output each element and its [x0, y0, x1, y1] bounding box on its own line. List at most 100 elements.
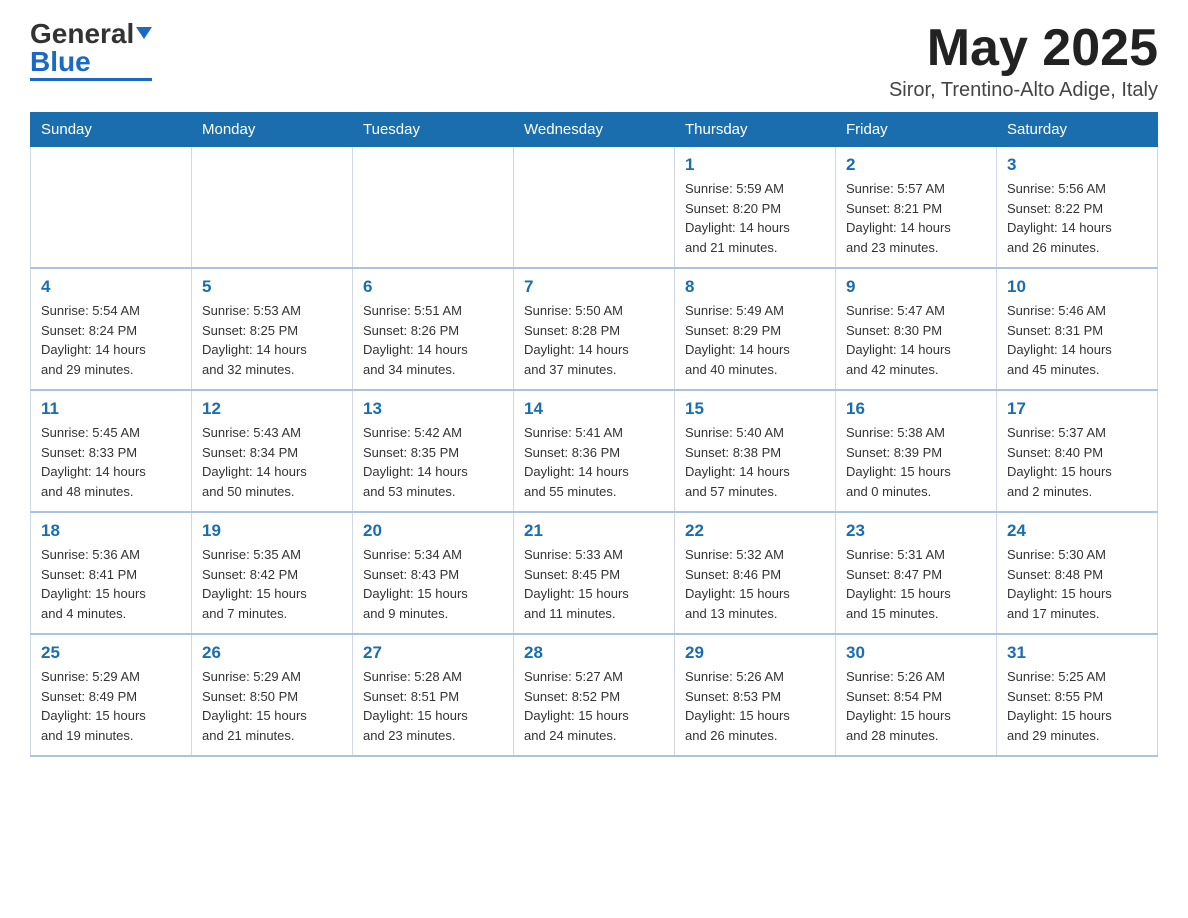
- calendar-week-row: 25Sunrise: 5:29 AM Sunset: 8:49 PM Dayli…: [31, 634, 1158, 756]
- day-info: Sunrise: 5:28 AM Sunset: 8:51 PM Dayligh…: [363, 667, 503, 745]
- calendar-cell: 17 Sunrise: 5:37 AM Sunset: 8:40 PM Dayli…: [997, 390, 1158, 512]
- day-info: Sunrise: 5:37 AM Sunset: 8:40 PM Dayligh…: [1007, 423, 1147, 501]
- day-number: 18: [41, 521, 181, 541]
- calendar-cell: 3Sunrise: 5:56 AM Sunset: 8:22 PM Daylig…: [997, 147, 1158, 269]
- day-number: 15: [685, 399, 825, 419]
- calendar-cell: [31, 147, 192, 269]
- calendar-cell: 6 Sunrise: 5:51 AM Sunset: 8:26 PM Daylig…: [353, 268, 514, 390]
- day-info: Sunrise: 5:57 AM Sunset: 8:21 PM Dayligh…: [846, 179, 986, 257]
- day-info: Sunrise: 5:40 AM Sunset: 8:38 PM Dayligh…: [685, 423, 825, 501]
- day-number: 7: [524, 277, 664, 297]
- day-number: 26: [202, 643, 342, 663]
- calendar-cell: 9Sunrise: 5:47 AM Sunset: 8:30 PM Daylig…: [836, 268, 997, 390]
- weekday-header-thursday: Thursday: [675, 113, 836, 147]
- day-info: Sunrise: 5:26 AM Sunset: 8:53 PM Dayligh…: [685, 667, 825, 745]
- calendar-cell: 23Sunrise: 5:31 AM Sunset: 8:47 PM Dayli…: [836, 512, 997, 634]
- weekday-header-monday: Monday: [192, 113, 353, 147]
- day-number: 2: [846, 155, 986, 175]
- calendar-week-row: 4 Sunrise: 5:54 AM Sunset: 8:24 PM Daylig…: [31, 268, 1158, 390]
- day-info: Sunrise: 5:56 AM Sunset: 8:22 PM Dayligh…: [1007, 179, 1147, 257]
- calendar-cell: 31Sunrise: 5:25 AM Sunset: 8:55 PM Dayli…: [997, 634, 1158, 756]
- day-number: 20: [363, 521, 503, 541]
- day-info: Sunrise: 5:51 AM Sunset: 8:26 PM Dayligh…: [363, 301, 503, 379]
- day-info: Sunrise: 5:26 AM Sunset: 8:54 PM Dayligh…: [846, 667, 986, 745]
- day-number: 10: [1007, 277, 1147, 297]
- calendar-cell: 20 Sunrise: 5:34 AM Sunset: 8:43 PM Dayli…: [353, 512, 514, 634]
- day-number: 27: [363, 643, 503, 663]
- day-info: Sunrise: 5:36 AM Sunset: 8:41 PM Dayligh…: [41, 545, 181, 623]
- day-number: 14: [524, 399, 664, 419]
- calendar-cell: 25Sunrise: 5:29 AM Sunset: 8:49 PM Dayli…: [31, 634, 192, 756]
- day-info: Sunrise: 5:38 AM Sunset: 8:39 PM Dayligh…: [846, 423, 986, 501]
- logo-text: General Blue: [30, 20, 152, 76]
- logo-triangle-icon: [136, 27, 152, 39]
- day-info: Sunrise: 5:43 AM Sunset: 8:34 PM Dayligh…: [202, 423, 342, 501]
- weekday-header-tuesday: Tuesday: [353, 113, 514, 147]
- calendar-cell: 15 Sunrise: 5:40 AM Sunset: 8:38 PM Dayli…: [675, 390, 836, 512]
- day-info: Sunrise: 5:29 AM Sunset: 8:50 PM Dayligh…: [202, 667, 342, 745]
- day-number: 22: [685, 521, 825, 541]
- day-number: 21: [524, 521, 664, 541]
- calendar-cell: 5Sunrise: 5:53 AM Sunset: 8:25 PM Daylig…: [192, 268, 353, 390]
- day-info: Sunrise: 5:33 AM Sunset: 8:45 PM Dayligh…: [524, 545, 664, 623]
- title-area: May 2025 Siror, Trentino-Alto Adige, Ita…: [889, 20, 1158, 102]
- weekday-header-friday: Friday: [836, 113, 997, 147]
- calendar-week-row: 18 Sunrise: 5:36 AM Sunset: 8:41 PM Dayli…: [31, 512, 1158, 634]
- day-info: Sunrise: 5:42 AM Sunset: 8:35 PM Dayligh…: [363, 423, 503, 501]
- day-info: Sunrise: 5:49 AM Sunset: 8:29 PM Dayligh…: [685, 301, 825, 379]
- day-info: Sunrise: 5:29 AM Sunset: 8:49 PM Dayligh…: [41, 667, 181, 745]
- day-number: 29: [685, 643, 825, 663]
- day-info: Sunrise: 5:25 AM Sunset: 8:55 PM Dayligh…: [1007, 667, 1147, 745]
- calendar-cell: 11Sunrise: 5:45 AM Sunset: 8:33 PM Dayli…: [31, 390, 192, 512]
- day-info: Sunrise: 5:27 AM Sunset: 8:52 PM Dayligh…: [524, 667, 664, 745]
- calendar-header-row: SundayMondayTuesdayWednesdayThursdayFrid…: [31, 113, 1158, 147]
- calendar-cell: 13Sunrise: 5:42 AM Sunset: 8:35 PM Dayli…: [353, 390, 514, 512]
- calendar-cell: 4 Sunrise: 5:54 AM Sunset: 8:24 PM Daylig…: [31, 268, 192, 390]
- day-info: Sunrise: 5:35 AM Sunset: 8:42 PM Dayligh…: [202, 545, 342, 623]
- day-number: 23: [846, 521, 986, 541]
- calendar-cell: 16 Sunrise: 5:38 AM Sunset: 8:39 PM Dayli…: [836, 390, 997, 512]
- day-info: Sunrise: 5:54 AM Sunset: 8:24 PM Dayligh…: [41, 301, 181, 379]
- weekday-header-saturday: Saturday: [997, 113, 1158, 147]
- calendar-cell: 30 Sunrise: 5:26 AM Sunset: 8:54 PM Dayli…: [836, 634, 997, 756]
- location-text: Siror, Trentino-Alto Adige, Italy: [889, 79, 1158, 102]
- weekday-header-sunday: Sunday: [31, 113, 192, 147]
- calendar-cell: [514, 147, 675, 269]
- page-header: General Blue May 2025 Siror, Trentino-Al…: [30, 20, 1158, 102]
- calendar-cell: 10 Sunrise: 5:46 AM Sunset: 8:31 PM Dayli…: [997, 268, 1158, 390]
- day-info: Sunrise: 5:50 AM Sunset: 8:28 PM Dayligh…: [524, 301, 664, 379]
- day-info: Sunrise: 5:34 AM Sunset: 8:43 PM Dayligh…: [363, 545, 503, 623]
- calendar-cell: 1Sunrise: 5:59 AM Sunset: 8:20 PM Daylig…: [675, 147, 836, 269]
- calendar-cell: 12 Sunrise: 5:43 AM Sunset: 8:34 PM Dayli…: [192, 390, 353, 512]
- day-number: 24: [1007, 521, 1147, 541]
- calendar-table: SundayMondayTuesdayWednesdayThursdayFrid…: [30, 112, 1158, 757]
- calendar-cell: 29 Sunrise: 5:26 AM Sunset: 8:53 PM Dayli…: [675, 634, 836, 756]
- calendar-cell: 24Sunrise: 5:30 AM Sunset: 8:48 PM Dayli…: [997, 512, 1158, 634]
- day-number: 6: [363, 277, 503, 297]
- calendar-cell: 27 Sunrise: 5:28 AM Sunset: 8:51 PM Dayli…: [353, 634, 514, 756]
- calendar-week-row: 11Sunrise: 5:45 AM Sunset: 8:33 PM Dayli…: [31, 390, 1158, 512]
- day-number: 11: [41, 399, 181, 419]
- calendar-cell: [353, 147, 514, 269]
- day-info: Sunrise: 5:46 AM Sunset: 8:31 PM Dayligh…: [1007, 301, 1147, 379]
- calendar-cell: 19Sunrise: 5:35 AM Sunset: 8:42 PM Dayli…: [192, 512, 353, 634]
- calendar-cell: 26 Sunrise: 5:29 AM Sunset: 8:50 PM Dayli…: [192, 634, 353, 756]
- calendar-cell: [192, 147, 353, 269]
- logo-blue-text: Blue: [30, 46, 91, 77]
- day-number: 28: [524, 643, 664, 663]
- day-number: 16: [846, 399, 986, 419]
- calendar-cell: 28 Sunrise: 5:27 AM Sunset: 8:52 PM Dayli…: [514, 634, 675, 756]
- calendar-cell: 2 Sunrise: 5:57 AM Sunset: 8:21 PM Daylig…: [836, 147, 997, 269]
- calendar-cell: 21 Sunrise: 5:33 AM Sunset: 8:45 PM Dayli…: [514, 512, 675, 634]
- day-number: 30: [846, 643, 986, 663]
- weekday-header-wednesday: Wednesday: [514, 113, 675, 147]
- logo: General Blue: [30, 20, 152, 81]
- day-number: 8: [685, 277, 825, 297]
- day-number: 12: [202, 399, 342, 419]
- day-number: 17: [1007, 399, 1147, 419]
- calendar-cell: 22 Sunrise: 5:32 AM Sunset: 8:46 PM Dayli…: [675, 512, 836, 634]
- calendar-cell: 7 Sunrise: 5:50 AM Sunset: 8:28 PM Daylig…: [514, 268, 675, 390]
- day-info: Sunrise: 5:32 AM Sunset: 8:46 PM Dayligh…: [685, 545, 825, 623]
- day-number: 4: [41, 277, 181, 297]
- day-info: Sunrise: 5:41 AM Sunset: 8:36 PM Dayligh…: [524, 423, 664, 501]
